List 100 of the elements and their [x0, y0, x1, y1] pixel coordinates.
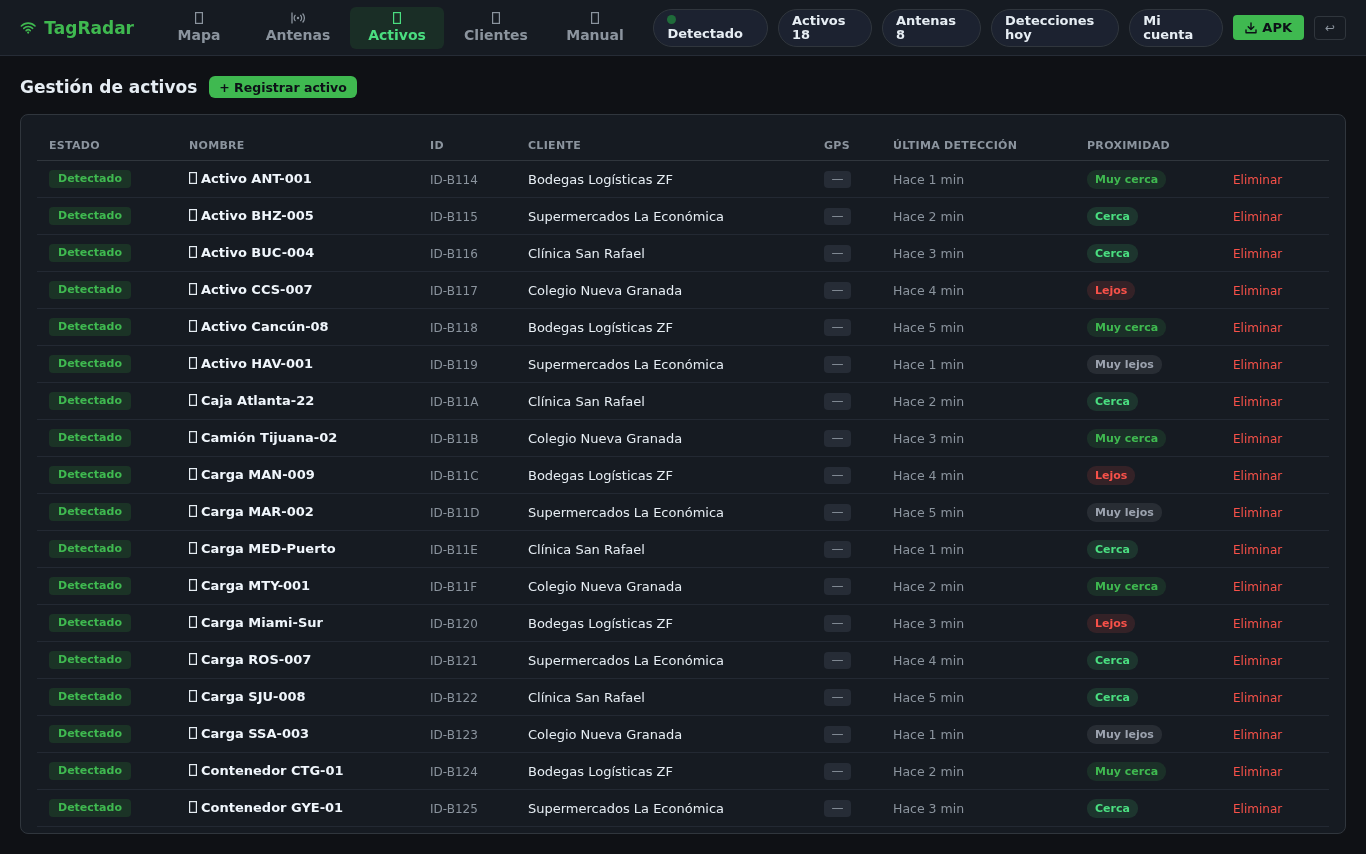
asset-name: Contenedor GYE-01 [201, 799, 344, 815]
empty-box-icon [189, 172, 197, 185]
empty-box-icon [189, 542, 197, 555]
client-name: Colegio Nueva Granada [528, 578, 683, 594]
apk-download-button[interactable]: APK [1233, 15, 1304, 40]
status-badge: Detectado [49, 355, 131, 373]
column-header: CLIENTE [528, 139, 581, 152]
last-seen-time: Hace 4 min [893, 467, 965, 483]
status-badge: Detectado [49, 799, 131, 817]
status-badge: Detectado [49, 540, 131, 558]
column-header: PROXIMIDAD [1087, 139, 1170, 152]
last-seen-time: Hace 1 min [893, 171, 965, 187]
asset-name: Activo CCS-007 [201, 281, 313, 297]
last-seen-time: Hace 2 min [893, 763, 965, 779]
status-badge: Detectado [49, 281, 131, 299]
gps-badge: — [824, 170, 851, 188]
asset-id: ID-B11B [430, 431, 479, 446]
delete-link[interactable]: Eliminar [1233, 172, 1283, 187]
asset-id: ID-B119 [430, 357, 478, 372]
last-seen-time: Hace 5 min [893, 504, 965, 520]
gps-badge: — [824, 540, 851, 558]
asset-name: Activo Cancún-08 [201, 318, 329, 334]
proximity-label: Muy lejos [1095, 727, 1154, 741]
delete-link[interactable]: Eliminar [1233, 431, 1283, 446]
proximity-label: Lejos [1095, 283, 1128, 297]
delete-link[interactable]: Eliminar [1233, 653, 1283, 668]
stat-pill: Activos 18 [777, 8, 872, 47]
asset-name: Camión Tijuana-02 [201, 429, 338, 445]
asset-id: ID-B114 [430, 172, 478, 187]
client-name: Supermercados La Económica [528, 356, 725, 372]
column-header: ID [430, 139, 444, 152]
last-seen-time: Hace 4 min [893, 282, 965, 298]
gps-badge: — [824, 614, 851, 632]
wifi-icon [20, 19, 37, 36]
column-header: ESTADO [49, 139, 100, 152]
empty-box-icon [189, 579, 197, 592]
asset-name: Activo HAV-001 [201, 355, 314, 371]
delete-link[interactable]: Eliminar [1233, 246, 1283, 261]
proximity-label: Cerca [1095, 653, 1130, 667]
client-name: Bodegas Logísticas ZF [528, 763, 673, 779]
empty-box-icon [189, 690, 197, 703]
last-seen-time: Hace 3 min [893, 615, 965, 631]
client-name: Bodegas Logísticas ZF [528, 615, 673, 631]
status-dot-icon [667, 14, 677, 24]
column-header: GPS [824, 139, 850, 152]
gps-badge: — [824, 725, 851, 743]
asset-id: ID-B125 [430, 801, 478, 816]
register-asset-button[interactable]: + Registrar activo [209, 76, 357, 98]
client-name: Bodegas Logísticas ZF [528, 467, 673, 483]
gps-badge: — [824, 281, 851, 299]
asset-id: ID-B117 [430, 283, 478, 298]
delete-link[interactable]: Eliminar [1233, 801, 1283, 816]
empty-box-icon [189, 468, 197, 481]
asset-name: Contenedor CTG-01 [201, 762, 344, 778]
nav-tab[interactable]: Activos [350, 6, 444, 49]
account-button[interactable]: Mi cuenta [1129, 8, 1224, 47]
delete-link[interactable]: Eliminar [1233, 616, 1283, 631]
last-seen-time: Hace 2 min [893, 393, 965, 409]
status-badge: Detectado [49, 207, 131, 225]
asset-name: Carga MTY-001 [201, 577, 311, 593]
client-name: Bodegas Logísticas ZF [528, 319, 673, 335]
delete-link[interactable]: Eliminar [1233, 579, 1283, 594]
proximity-label: Muy cerca [1095, 320, 1159, 334]
download-icon [1245, 21, 1258, 34]
delete-link[interactable]: Eliminar [1233, 505, 1283, 520]
logout-button[interactable]: ↩ [1314, 15, 1346, 40]
delete-link[interactable]: Eliminar [1233, 394, 1283, 409]
client-name: Clínica San Rafael [528, 245, 645, 261]
last-seen-time: Hace 5 min [893, 689, 965, 705]
delete-link[interactable]: Eliminar [1233, 764, 1283, 779]
gps-badge: — [824, 355, 851, 373]
nav-tab[interactable]: Clientes [449, 6, 543, 49]
delete-link[interactable]: Eliminar [1233, 468, 1283, 483]
proximity-label: Muy cerca [1095, 172, 1159, 186]
delete-link[interactable]: Eliminar [1233, 727, 1283, 742]
broadcast-icon [291, 12, 305, 24]
proximity-label: Cerca [1095, 394, 1130, 408]
proximity-label: Cerca [1095, 246, 1130, 260]
empty-box-icon [189, 283, 197, 296]
proximity-label: Cerca [1095, 690, 1130, 704]
last-seen-time: Hace 1 min [893, 541, 965, 557]
status-badge: Detectado [49, 392, 131, 410]
nav-tab[interactable]: Manual [548, 6, 642, 49]
delete-link[interactable]: Eliminar [1233, 209, 1283, 224]
asset-id: ID-B121 [430, 653, 478, 668]
delete-link[interactable]: Eliminar [1233, 320, 1283, 335]
delete-link[interactable]: Eliminar [1233, 690, 1283, 705]
nav-tab[interactable]: Antenas [251, 6, 345, 49]
delete-link[interactable]: Eliminar [1233, 357, 1283, 372]
gps-badge: — [824, 762, 851, 780]
asset-id: ID-B11C [430, 468, 479, 483]
delete-link[interactable]: Eliminar [1233, 283, 1283, 298]
empty-box-icon [189, 616, 197, 629]
client-name: Supermercados La Económica [528, 208, 725, 224]
nav-tab[interactable]: Mapa [152, 6, 246, 49]
asset-name: Carga SSA-003 [201, 725, 310, 741]
status-badge: Detectado [49, 244, 131, 262]
delete-link[interactable]: Eliminar [1233, 542, 1283, 557]
proximity-label: Cerca [1095, 209, 1130, 223]
asset-id: ID-B115 [430, 209, 478, 224]
